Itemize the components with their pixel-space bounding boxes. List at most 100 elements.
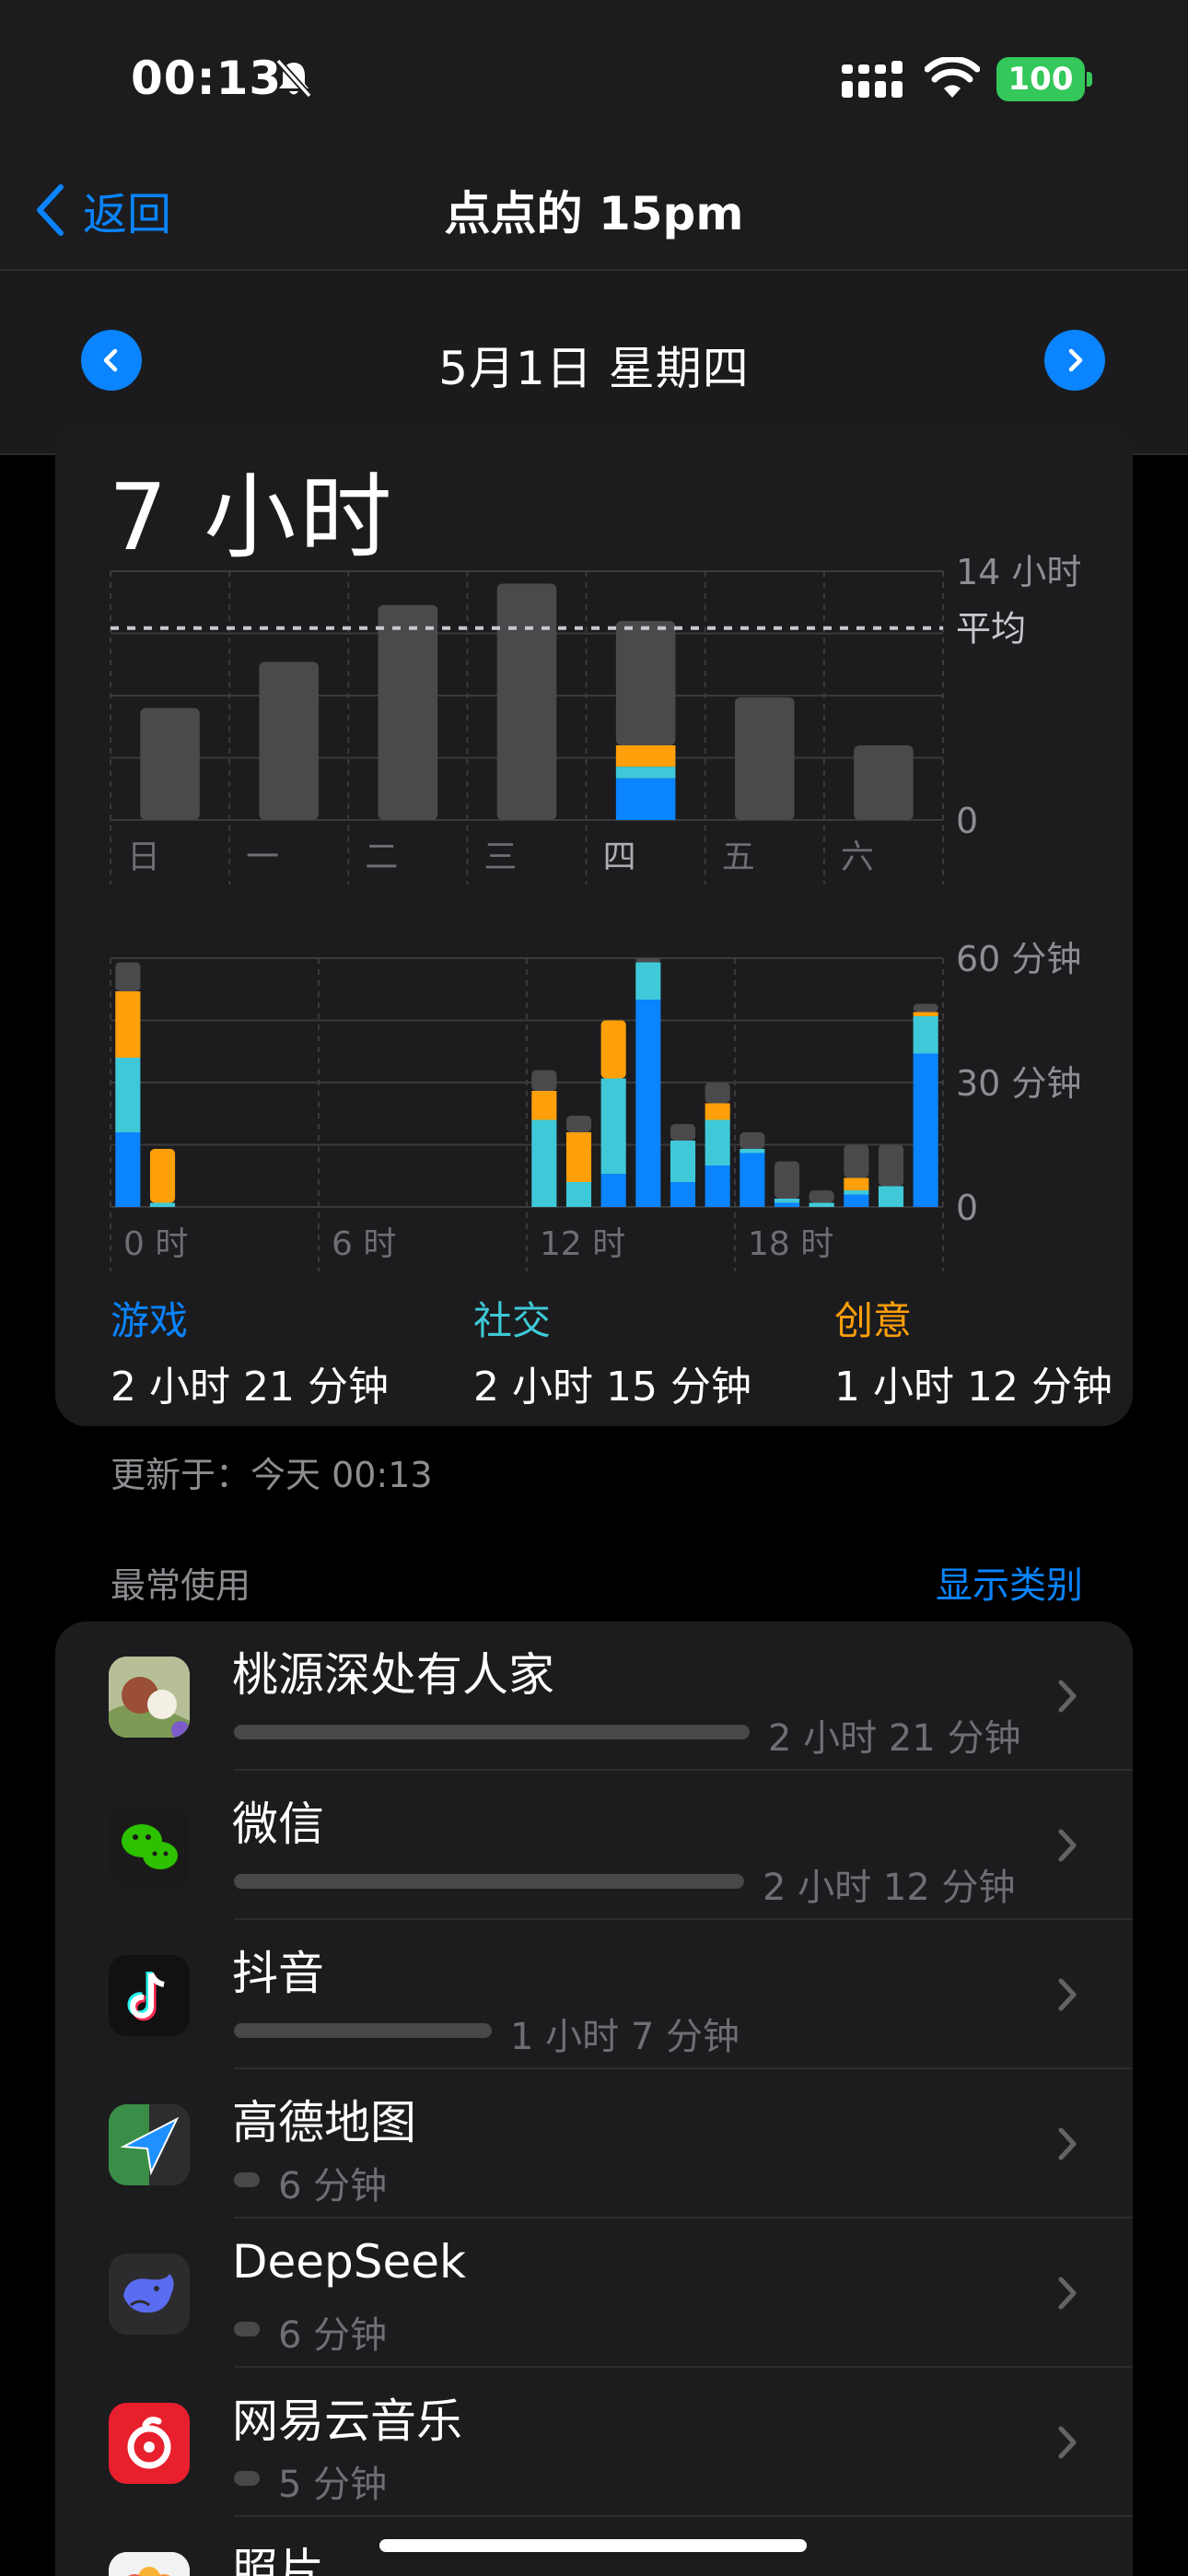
most-used-app-list: 桃源深处有人家 2 小时 21 分钟 微信 2 小时 12 分钟 抖音 1 小时… bbox=[55, 1622, 1133, 2576]
app-name: 网易云音乐 bbox=[232, 2395, 462, 2448]
app-row[interactable]: 网易云音乐 5 分钟 bbox=[55, 2368, 1133, 2517]
app-duration: 6 分钟 bbox=[278, 2314, 388, 2357]
hour-axis-label: 12 时 bbox=[540, 1225, 625, 1263]
app-duration: 5 分钟 bbox=[278, 2464, 388, 2506]
hour-bar-segment bbox=[565, 1182, 592, 1207]
next-day-button[interactable] bbox=[1044, 330, 1105, 391]
hour-bar-segment bbox=[705, 1083, 730, 1104]
show-categories-link[interactable]: 显示类别 bbox=[936, 1555, 1083, 1609]
day-bar-segment bbox=[615, 767, 676, 779]
chevron-right-icon bbox=[1058, 2277, 1077, 2310]
weekday-label: 二 bbox=[365, 838, 398, 876]
status-time: 00:13 bbox=[131, 52, 283, 105]
app-row[interactable]: 高德地图 6 分钟 bbox=[55, 2069, 1133, 2219]
app-name: 照片 bbox=[232, 2544, 324, 2576]
hour-bar-segment bbox=[531, 1091, 557, 1120]
day-bar-segment bbox=[378, 604, 438, 820]
hour-bar-segment bbox=[844, 1194, 869, 1207]
hour-bar-segment bbox=[635, 1000, 661, 1207]
hour-bar-segment bbox=[149, 1202, 176, 1207]
hour-bar-segment bbox=[670, 1141, 696, 1182]
app-row[interactable]: 桃源深处有人家 2 小时 21 分钟 bbox=[55, 1622, 1133, 1771]
usage-bar bbox=[234, 1874, 744, 1889]
chevron-right-icon bbox=[1058, 1829, 1077, 1862]
usage-bar bbox=[234, 2023, 492, 2038]
chevron-right-icon bbox=[1058, 1680, 1077, 1713]
hour-axis-label: 6 时 bbox=[332, 1225, 396, 1263]
weekly-usage-chart: 日 一 二 三 四 五 六 14 小时平均 0 bbox=[110, 552, 1081, 884]
hour-bar-segment bbox=[600, 1078, 626, 1174]
app-row[interactable]: DeepSeek 6 分钟 bbox=[55, 2219, 1133, 2368]
hour-bar-segment bbox=[809, 1202, 834, 1207]
app-duration: 2 小时 12 分钟 bbox=[763, 1867, 1016, 1909]
category-social: 社交 2 小时 15 分钟 bbox=[473, 1290, 751, 1412]
hour-bar-segment bbox=[878, 1144, 904, 1187]
weekday-label: 五 bbox=[722, 838, 755, 876]
douyin-icon bbox=[109, 1955, 190, 2036]
most-used-heading: 最常使用 bbox=[111, 1565, 251, 1606]
usage-bar bbox=[234, 2471, 260, 2486]
hour-bar-segment bbox=[809, 1190, 834, 1203]
category-time: 1 小时 12 分钟 bbox=[834, 1364, 1112, 1411]
chevron-right-icon bbox=[1058, 1978, 1077, 2011]
app-row[interactable]: 抖音 1 小时 7 分钟 bbox=[55, 1920, 1133, 2069]
day-bar-segment bbox=[496, 583, 557, 820]
hour-bar-segment bbox=[565, 1116, 592, 1132]
hour-bar-segment bbox=[844, 1177, 869, 1190]
page-title: 点点的 15pm bbox=[444, 187, 744, 240]
updated-timestamp: 更新于：今天 00:13 bbox=[111, 1455, 433, 1495]
y-axis-label: 30 分钟 bbox=[956, 1063, 1081, 1104]
wechat-icon bbox=[109, 1806, 190, 1887]
amap-icon bbox=[109, 2104, 190, 2185]
hour-bar-segment bbox=[844, 1144, 869, 1178]
hour-bar-segment bbox=[115, 1058, 141, 1132]
hour-bar-segment bbox=[913, 1016, 938, 1054]
cellular-signal-icon bbox=[842, 61, 903, 98]
app-duration: 6 分钟 bbox=[278, 2165, 388, 2207]
date-title: 5月1日 星期四 bbox=[438, 342, 750, 395]
category-name: 游戏 bbox=[111, 1298, 189, 1343]
day-bar-segment bbox=[615, 621, 676, 745]
app-duration: 1 小时 7 分钟 bbox=[510, 2016, 740, 2058]
hour-bar-segment bbox=[635, 958, 661, 963]
hour-bar-segment bbox=[531, 1070, 557, 1091]
day-bar-segment bbox=[735, 697, 795, 820]
hour-bar-segment bbox=[600, 1174, 626, 1207]
average-label: 平均 bbox=[956, 609, 1026, 650]
hour-bar-segment bbox=[670, 1124, 696, 1141]
y-axis-label: 0 bbox=[956, 1188, 978, 1228]
battery-indicator: 100 bbox=[996, 57, 1085, 101]
hourly-usage-chart: 0 时 6 时 12 时 18 时 60 分钟 30 分钟 0 bbox=[110, 939, 1081, 1271]
hour-axis-label: 18 时 bbox=[748, 1225, 833, 1263]
hour-bar-segment bbox=[149, 1149, 176, 1203]
hour-bar-segment bbox=[740, 1153, 765, 1207]
weekday-label: 三 bbox=[483, 838, 517, 876]
category-games: 游戏 2 小时 21 分钟 bbox=[111, 1290, 389, 1412]
hour-bar-segment bbox=[878, 1186, 904, 1207]
category-name: 创意 bbox=[834, 1298, 913, 1343]
home-indicator bbox=[379, 2539, 807, 2552]
hour-bar-segment bbox=[913, 1053, 938, 1207]
day-bar-segment bbox=[259, 662, 319, 820]
hour-bar-segment bbox=[705, 1165, 730, 1207]
hour-axis-label: 0 时 bbox=[123, 1225, 188, 1263]
category-time: 2 小时 15 分钟 bbox=[473, 1364, 751, 1411]
hour-bar-segment bbox=[115, 991, 141, 1058]
photos-icon bbox=[109, 2552, 190, 2576]
weekday-label: 日 bbox=[127, 838, 160, 876]
day-bar-segment bbox=[854, 745, 914, 820]
hour-bar-segment bbox=[774, 1202, 800, 1207]
hour-bar-segment bbox=[844, 1190, 869, 1195]
y-axis-max-label: 14 小时 bbox=[956, 552, 1081, 592]
app-row[interactable]: 微信 2 小时 12 分钟 bbox=[55, 1771, 1133, 1920]
chevron-right-icon bbox=[1058, 2426, 1077, 2459]
weekday-label: 四 bbox=[603, 838, 636, 876]
app-duration: 2 小时 21 分钟 bbox=[768, 1717, 1021, 1760]
hour-bar-segment bbox=[531, 1119, 557, 1207]
hour-bar-segment bbox=[565, 1132, 592, 1182]
day-bar-segment bbox=[615, 745, 676, 767]
chevron-right-icon bbox=[1058, 2127, 1077, 2160]
hour-bar-segment bbox=[670, 1182, 696, 1207]
chevron-right-icon bbox=[1068, 348, 1083, 372]
app-name: 高德地图 bbox=[232, 2096, 416, 2149]
